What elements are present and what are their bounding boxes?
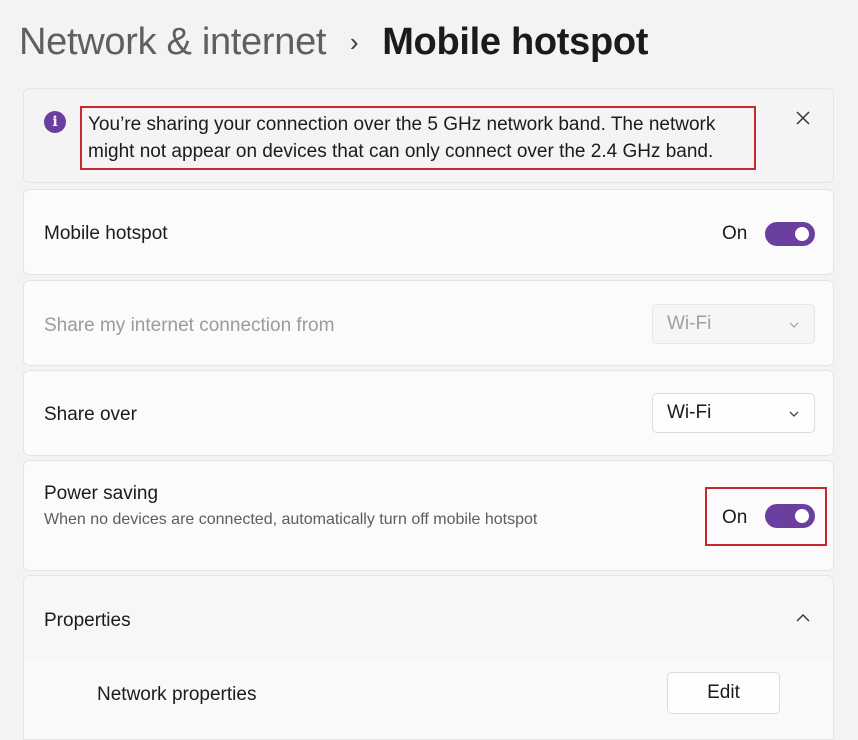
- properties-header[interactable]: Properties: [23, 575, 834, 661]
- power-saving-row: Power saving When no devices are connect…: [23, 460, 834, 571]
- breadcrumb-chevron-icon: ›: [349, 26, 359, 57]
- power-saving-state: On: [722, 507, 748, 528]
- power-saving-toggle[interactable]: [765, 504, 815, 528]
- chevron-down-icon: [789, 411, 799, 417]
- properties-body: Network properties Edit: [23, 660, 834, 740]
- toggle-knob: [795, 509, 809, 523]
- power-saving-label: Power saving: [44, 483, 159, 504]
- toggle-knob: [795, 227, 809, 241]
- share-over-dropdown[interactable]: Wi-Fi: [652, 393, 815, 433]
- network-properties-label: Network properties: [97, 684, 257, 705]
- chevron-up-icon[interactable]: [795, 612, 811, 624]
- close-icon[interactable]: [793, 108, 813, 128]
- properties-label: Properties: [44, 610, 131, 631]
- mobile-hotspot-toggle[interactable]: [765, 222, 815, 246]
- breadcrumb-network-internet-link[interactable]: Network & internet: [19, 21, 326, 64]
- share-from-value: Wi-Fi: [667, 313, 712, 334]
- mobile-hotspot-state: On: [722, 223, 748, 244]
- page-title: Mobile hotspot: [382, 20, 649, 63]
- share-from-dropdown[interactable]: Wi-Fi: [652, 304, 815, 344]
- share-from-row: Share my internet connection from Wi-Fi: [23, 280, 834, 366]
- info-message: You’re sharing your connection over the …: [80, 106, 756, 170]
- chevron-down-icon: [789, 322, 799, 328]
- edit-button[interactable]: Edit: [667, 672, 780, 714]
- share-over-row: Share over Wi-Fi: [23, 370, 834, 456]
- mobile-hotspot-label: Mobile hotspot: [44, 223, 168, 244]
- power-saving-description: When no devices are connected, automatic…: [44, 511, 538, 528]
- info-bar: i You’re sharing your connection over th…: [23, 88, 834, 183]
- share-over-label: Share over: [44, 404, 137, 425]
- share-over-value: Wi-Fi: [667, 402, 712, 423]
- breadcrumb: Network & internet › Mobile hotspot: [19, 18, 648, 66]
- mobile-hotspot-row: Mobile hotspot On: [23, 189, 834, 275]
- share-from-label: Share my internet connection from: [44, 315, 335, 336]
- info-icon: i: [44, 111, 66, 133]
